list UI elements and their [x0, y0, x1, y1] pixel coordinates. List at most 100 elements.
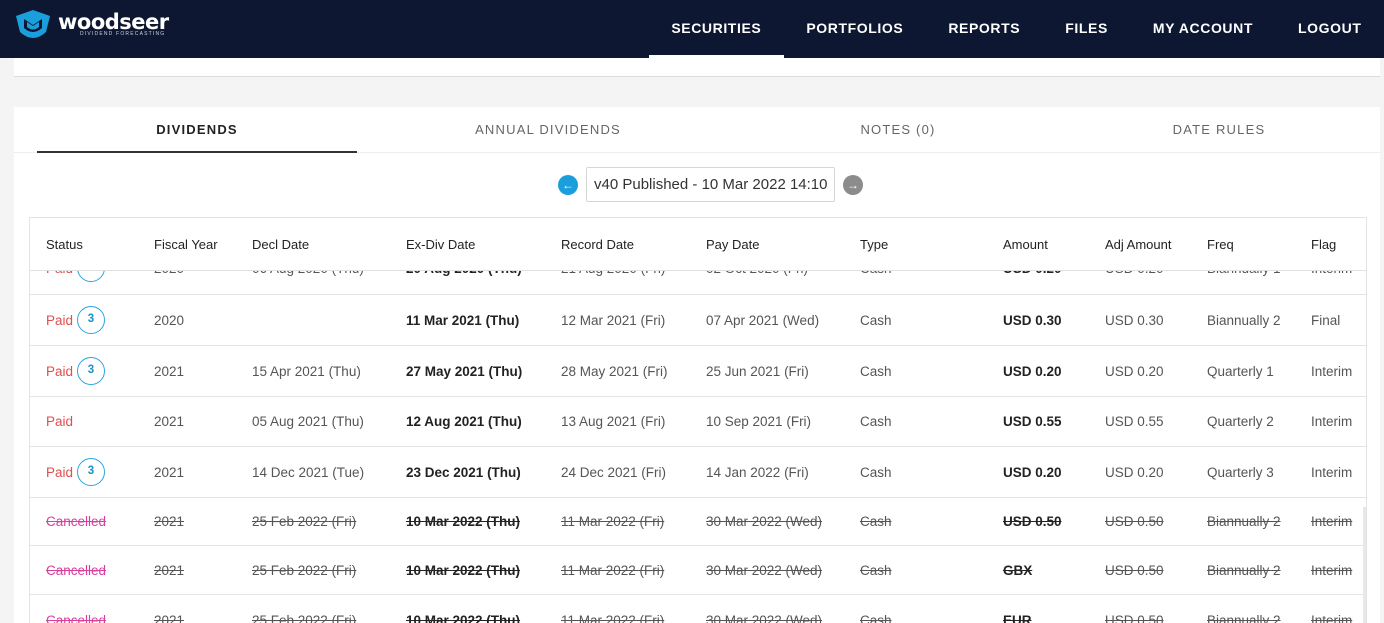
cell-status: Paid — [46, 414, 74, 429]
tab-dividends[interactable]: DIVIDENDS — [37, 107, 357, 153]
woodseer-logo-icon — [16, 10, 50, 38]
cell-type: Cash — [860, 313, 892, 328]
cell-exdiv: 11 Mar 2021 (Thu) — [406, 313, 520, 328]
table-row[interactable]: Paid 3 2021 14 Dec 2021 (Tue) 23 Dec 2021 (T… — [30, 447, 1366, 498]
cell-record: 28 May 2021 (Fri) — [561, 364, 668, 379]
cell-freq: Quarterly 1 — [1207, 364, 1274, 379]
cell-record: 13 Aug 2021 (Fri) — [561, 414, 666, 429]
cell-exdiv: 27 May 2021 (Thu) — [406, 364, 523, 379]
cell-type: Cash — [860, 414, 892, 429]
previous-version-arrow-icon[interactable]: ← — [558, 175, 578, 195]
cell-flag: Interim — [1311, 563, 1353, 578]
revision-count-badge[interactable]: 3 — [77, 306, 105, 334]
cell-type: Cash — [860, 514, 892, 529]
col-adj-amount[interactable]: Adj Amount — [1105, 218, 1172, 271]
cell-fiscal-year: 2021 — [154, 563, 185, 578]
col-flag[interactable]: Flag — [1311, 218, 1336, 271]
cell-flag: Interim — [1311, 613, 1353, 623]
cell-adj: USD 0.50 — [1105, 613, 1164, 623]
cell-adj: USD 0.20 — [1105, 465, 1164, 480]
col-pay-date[interactable]: Pay Date — [706, 218, 759, 271]
cell-pay: 30 Mar 2022 (Wed) — [706, 514, 823, 529]
cell-pay: 25 Jun 2021 (Fri) — [706, 364, 809, 379]
table-row[interactable]: Cancelled 2021 25 Feb 2022 (Fri) 10 Mar 202… — [30, 595, 1366, 623]
version-selector: ← v40 Published - 10 Mar 2022 14:10 → — [14, 167, 1380, 203]
col-ex-div-date[interactable]: Ex-Div Date — [406, 218, 475, 271]
col-decl-date[interactable]: Decl Date — [252, 218, 309, 271]
cell-exdiv: 10 Mar 2022 (Thu) — [406, 563, 521, 578]
cell-fiscal-year: 2021 — [154, 514, 185, 529]
cell-decl: 05 Aug 2021 (Thu) — [252, 414, 364, 429]
col-record-date[interactable]: Record Date — [561, 218, 634, 271]
cell-flag: Final — [1311, 313, 1341, 328]
dividends-panel: DIVIDENDS ANNUAL DIVIDENDS NOTES (0) DAT… — [14, 107, 1380, 623]
cell-adj: USD 0.30 — [1105, 313, 1164, 328]
tab-annual-dividends[interactable]: ANNUAL DIVIDENDS — [388, 107, 708, 153]
cell-amount: USD 0.20 — [1003, 465, 1062, 480]
version-dropdown[interactable]: v40 Published - 10 Mar 2022 14:10 — [586, 167, 835, 202]
cell-flag: Interim — [1311, 364, 1353, 379]
cell-amount: EUR — [1003, 613, 1032, 623]
cell-status: Paid — [46, 465, 74, 480]
cell-status: Paid — [46, 364, 74, 379]
cell-freq: Biannually 2 — [1207, 313, 1281, 328]
col-amount[interactable]: Amount — [1003, 218, 1048, 271]
cell-fiscal-year: 2021 — [154, 414, 185, 429]
main-nav: SECURITIES PORTFOLIOS REPORTS FILES MY A… — [648, 0, 1384, 58]
cell-pay: 10 Sep 2021 (Fri) — [706, 414, 812, 429]
nav-files[interactable]: FILES — [1043, 0, 1131, 58]
cell-status: Cancelled — [46, 514, 107, 529]
table-row[interactable]: Paid 2021 05 Aug 2021 (Thu) 12 Aug 2021 (Th… — [30, 397, 1366, 447]
revision-count-badge[interactable]: 3 — [77, 357, 105, 385]
cell-status: Paid — [46, 313, 74, 328]
cell-decl: 25 Feb 2022 (Fri) — [252, 613, 357, 623]
cell-pay: 07 Apr 2021 (Wed) — [706, 313, 820, 328]
cell-pay: 30 Mar 2022 (Wed) — [706, 563, 823, 578]
nav-reports[interactable]: REPORTS — [926, 0, 1043, 58]
next-version-arrow-icon[interactable]: → — [843, 175, 863, 195]
nav-logout[interactable]: LOGOUT — [1276, 0, 1384, 58]
nav-portfolios[interactable]: PORTFOLIOS — [784, 0, 926, 58]
tab-date-rules[interactable]: DATE RULES — [1059, 107, 1379, 153]
top-navbar: woodseer DIVIDEND FORECASTING SECURITIES… — [0, 0, 1384, 58]
nav-my-account[interactable]: MY ACCOUNT — [1130, 0, 1275, 58]
cell-freq: Biannually 2 — [1207, 563, 1281, 578]
cell-pay: 14 Jan 2022 (Fri) — [706, 465, 809, 480]
cell-flag: Interim — [1311, 414, 1353, 429]
nav-securities[interactable]: SECURITIES — [648, 0, 784, 58]
cell-decl: 25 Feb 2022 (Fri) — [252, 563, 357, 578]
cell-freq: Biannually 2 — [1207, 613, 1281, 623]
cell-freq: Quarterly 2 — [1207, 414, 1274, 429]
table-row[interactable]: Paid 3 2021 15 Apr 2021 (Thu) 27 May 2021 (T… — [30, 346, 1366, 397]
cell-exdiv: 23 Dec 2021 (Thu) — [406, 465, 521, 480]
cell-freq: Biannually 2 — [1207, 514, 1281, 529]
table-row[interactable]: Cancelled 2021 25 Feb 2022 (Fri) 10 Mar 202… — [30, 546, 1366, 595]
cell-fiscal-year: 2021 — [154, 465, 185, 480]
cell-amount: USD 0.50 — [1003, 514, 1062, 529]
brand-tagline: DIVIDEND FORECASTING — [80, 31, 166, 37]
cell-fiscal-year: 2020 — [154, 313, 185, 328]
revision-count-badge[interactable]: 3 — [77, 458, 105, 486]
cell-decl: 25 Feb 2022 (Fri) — [252, 514, 357, 529]
cell-fiscal-year: 2021 — [154, 613, 185, 623]
cell-record: 11 Mar 2022 (Fri) — [561, 514, 665, 529]
cell-type: Cash — [860, 364, 892, 379]
cell-exdiv: 12 Aug 2021 (Thu) — [406, 414, 522, 429]
table-row[interactable]: Cancelled 2021 25 Feb 2022 (Fri) 10 Mar 202… — [30, 498, 1366, 546]
table-row[interactable]: Paid 3 2020 11 Mar 2021 (Thu) 12 Mar 2021 (F… — [30, 295, 1366, 346]
brand-logo[interactable]: woodseer DIVIDEND FORECASTING — [14, 10, 169, 42]
cell-type: Cash — [860, 563, 892, 578]
table-scrollbar[interactable] — [1363, 507, 1366, 623]
cell-amount: GBX — [1003, 563, 1033, 578]
cell-adj: USD 0.55 — [1105, 414, 1164, 429]
cell-status: Cancelled — [46, 613, 107, 623]
cell-adj: USD 0.50 — [1105, 514, 1164, 529]
cell-decl: 15 Apr 2021 (Thu) — [252, 364, 361, 379]
col-type[interactable]: Type — [860, 218, 888, 271]
cell-record: 24 Dec 2021 (Fri) — [561, 465, 667, 480]
col-fiscal-year[interactable]: Fiscal Year — [154, 218, 218, 271]
col-freq[interactable]: Freq — [1207, 218, 1234, 271]
cell-type: Cash — [860, 613, 892, 623]
col-status[interactable]: Status — [46, 218, 83, 271]
tab-notes[interactable]: NOTES (0) — [738, 107, 1058, 153]
